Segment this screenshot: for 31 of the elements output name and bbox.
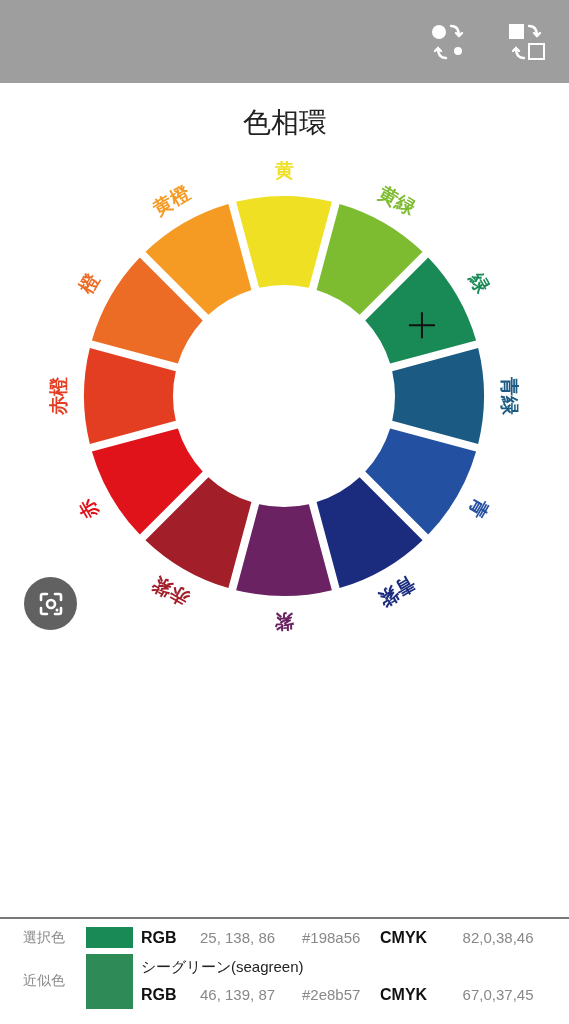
hue-segment[interactable] (236, 504, 332, 596)
rgb-value: 25, 138, 86 (200, 929, 277, 946)
hue-label: 黄緑 (375, 181, 419, 220)
cmyk-label: CMYK (380, 985, 429, 1004)
hue-label: 青緑 (499, 377, 521, 415)
camera-icon (37, 590, 64, 617)
rgb-label: RGB (141, 985, 178, 1004)
row-label: 近似色 (22, 972, 66, 990)
cmyk-value: 82,0,38,46 (462, 929, 535, 946)
rgb-label: RGB (141, 928, 178, 947)
hue-label: 赤 (74, 495, 103, 523)
hue-label: 青 (465, 495, 494, 523)
hex-value: #2e8b57 (302, 986, 362, 1003)
hue-label: 赤橙 (47, 377, 69, 415)
hex-value: #198a56 (302, 929, 362, 946)
hue-label: 赤紫 (149, 572, 193, 611)
hue-label: 青紫 (375, 572, 419, 611)
hue-label: 緑 (465, 269, 494, 297)
hue-label: 黄橙 (149, 181, 193, 220)
hue-label: 橙 (74, 269, 103, 297)
color-name: シーグリーン(seagreen) (141, 958, 305, 977)
swap-squares-icon[interactable] (507, 21, 547, 62)
chart-title: 色相環 (242, 105, 327, 141)
lens-button[interactable] (24, 577, 77, 630)
rgb-value: 46, 139, 87 (200, 986, 277, 1003)
cmyk-value: 67,0,37,45 (462, 986, 535, 1003)
hue-label: 黄 (274, 159, 294, 181)
hue-segment[interactable] (392, 348, 484, 444)
hue-label: 紫 (274, 611, 294, 633)
row-label: 選択色 (22, 928, 66, 947)
cmyk-label: CMYK (380, 928, 429, 947)
